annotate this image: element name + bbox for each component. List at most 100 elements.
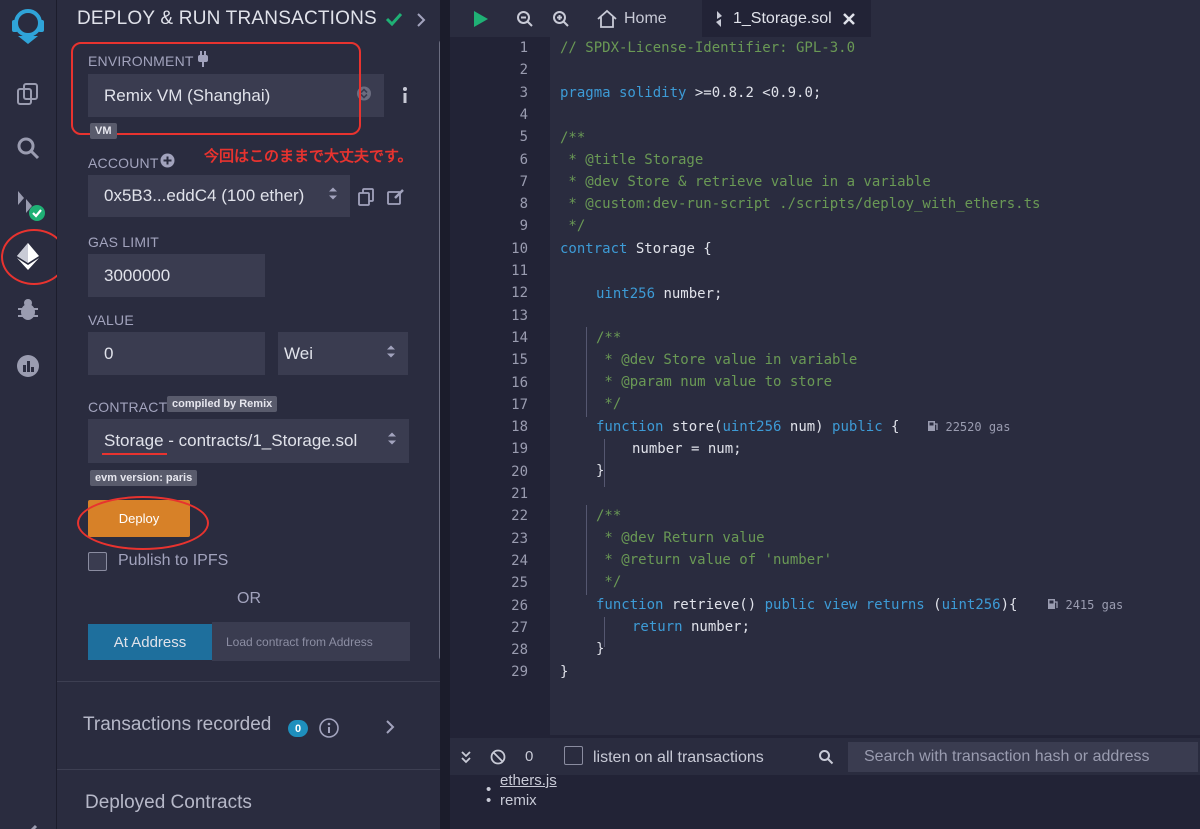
line-number: 5 — [519, 129, 528, 146]
deploy-run-panel: DEPLOY & RUN TRANSACTIONS ENVIRONMENT Re… — [57, 0, 445, 829]
code-line: * @param num value to store — [596, 374, 833, 390]
terminal-toolbar: 0 listen on all transactions Search with… — [450, 738, 1200, 775]
info-icon[interactable] — [319, 718, 339, 738]
line-number: 18 — [511, 419, 528, 436]
line-number: 27 — [511, 619, 528, 636]
line-number: 14 — [511, 329, 528, 346]
zoom-out-icon[interactable] — [516, 0, 534, 37]
code-line: */ — [596, 396, 622, 412]
code-token: public view returns — [764, 597, 925, 613]
line-number: 21 — [511, 486, 528, 502]
line-number: 15 — [511, 352, 528, 369]
copy-icon[interactable] — [358, 188, 374, 206]
transactions-count-badge: 0 — [288, 720, 308, 737]
line-number: 25 — [511, 575, 528, 592]
gas-limit-label: GAS LIMIT — [88, 234, 160, 250]
info-icon[interactable] — [401, 86, 409, 104]
divider — [57, 681, 440, 682]
code-line: * @dev Store value in variable — [596, 352, 858, 368]
remix-logo-icon[interactable] — [8, 6, 48, 46]
contract-value: Storage - contracts/1_Storage.sol — [104, 431, 358, 450]
account-label: ACCOUNT — [88, 155, 159, 171]
add-account-icon[interactable] — [160, 153, 175, 168]
line-number-gutter: 1 2 3 4 5 6 7 8 9 10 11 12 13 14 15 16 17 18 19 20 21 22 23 24 2… — [450, 37, 550, 735]
transactions-recorded-label[interactable]: Transactions recorded — [83, 714, 271, 736]
or-label: OR — [237, 590, 261, 607]
code-line: function retrieve() public view returns … — [596, 597, 1123, 613]
code-token: uint256 — [941, 597, 1001, 613]
load-address-input[interactable]: Load contract from Address — [212, 622, 410, 661]
code-line: } — [560, 664, 569, 680]
deployed-contracts-label[interactable]: Deployed Contracts — [85, 792, 252, 814]
listen-all-label: listen on all transactions — [593, 749, 764, 766]
code-line: return number; — [632, 619, 750, 635]
gas-limit-input[interactable]: 3000000 — [88, 254, 265, 297]
code-token: public — [832, 419, 883, 435]
value-unit-select[interactable]: Wei — [278, 332, 408, 375]
code-token: return — [632, 619, 683, 635]
account-select[interactable]: 0x5B3...eddC4 (100 ether) — [88, 175, 350, 217]
evm-version-badge: evm version: paris — [90, 470, 198, 486]
tab-home[interactable]: Home — [596, 0, 667, 37]
contract-underline — [102, 453, 167, 455]
value-amount: 0 — [104, 343, 114, 363]
code-editor[interactable]: // SPDX-License-Identifier: GPL-3.0 prag… — [550, 37, 1200, 735]
code-line: * @dev Return value — [596, 530, 765, 546]
indent-guide — [586, 327, 587, 417]
code-token: >=0.8.2 <0.9.0; — [686, 85, 822, 101]
line-number: 23 — [511, 530, 528, 547]
annotation-note: 今回はこのままで大丈夫です。 — [204, 148, 413, 165]
tab-1-storage-sol[interactable]: 1_Storage.sol — [702, 0, 871, 37]
at-address-button[interactable]: At Address — [88, 624, 212, 660]
value-unit: Wei — [284, 343, 313, 363]
code-line: // SPDX-License-Identifier: GPL-3.0 — [560, 40, 856, 56]
search-icon[interactable] — [8, 128, 48, 168]
publish-ipfs-checkbox[interactable] — [88, 552, 107, 571]
code-token: Storage { — [627, 241, 712, 257]
debugger-icon[interactable] — [8, 290, 48, 330]
gas-limit-value: 3000000 — [104, 265, 171, 285]
stepper-icon — [328, 186, 338, 207]
code-line: uint256 number; — [596, 286, 722, 302]
double-chevron-down-icon[interactable] — [460, 750, 472, 764]
contract-select[interactable]: Storage - contracts/1_Storage.sol — [88, 419, 409, 463]
chevron-right-icon[interactable] — [415, 12, 427, 28]
account-value: 0x5B3...eddC4 (100 ether) — [104, 186, 305, 205]
contract-label: CONTRACT — [88, 399, 168, 415]
vm-badge: VM — [90, 123, 117, 139]
indent-guide — [586, 505, 587, 595]
code-token: function — [596, 419, 664, 435]
line-number: 11 — [511, 263, 528, 279]
clear-icon[interactable] — [490, 749, 506, 765]
list-item[interactable]: ethers.js — [500, 772, 557, 789]
listen-all-checkbox[interactable] — [564, 746, 583, 765]
bullet: • — [486, 792, 492, 809]
environment-highlight — [71, 42, 361, 135]
tab-active-label: 1_Storage.sol — [733, 9, 832, 27]
value-input[interactable]: 0 — [88, 332, 265, 375]
panel-header: DEPLOY & RUN TRANSACTIONS — [77, 6, 437, 32]
gas-pump-icon — [928, 421, 939, 431]
close-icon[interactable] — [842, 12, 856, 26]
pending-count: 0 — [525, 748, 534, 765]
code-token: contract — [560, 241, 628, 257]
settings-icon[interactable] — [8, 812, 48, 829]
edit-icon[interactable] — [387, 188, 405, 206]
code-token: function — [596, 597, 664, 613]
transaction-search-input[interactable]: Search with transaction hash or address — [848, 742, 1198, 772]
value-label: VALUE — [88, 312, 134, 328]
zoom-in-icon[interactable] — [552, 0, 570, 37]
code-token: retrieve() — [663, 597, 765, 613]
code-token: ( — [924, 597, 942, 613]
panel-title: DEPLOY & RUN TRANSACTIONS — [77, 8, 377, 29]
code-token: ){ — [1000, 597, 1018, 613]
code-token: pragma solidity — [560, 85, 687, 101]
code-line: } — [596, 463, 605, 479]
file-explorer-icon[interactable] — [8, 74, 48, 114]
chevron-right-icon[interactable] — [384, 719, 396, 735]
check-icon — [385, 12, 403, 26]
solidity-compiler-icon[interactable] — [8, 184, 48, 224]
list-item: remix — [500, 792, 537, 809]
analytics-icon[interactable] — [8, 346, 48, 386]
run-script-icon[interactable] — [472, 0, 490, 37]
